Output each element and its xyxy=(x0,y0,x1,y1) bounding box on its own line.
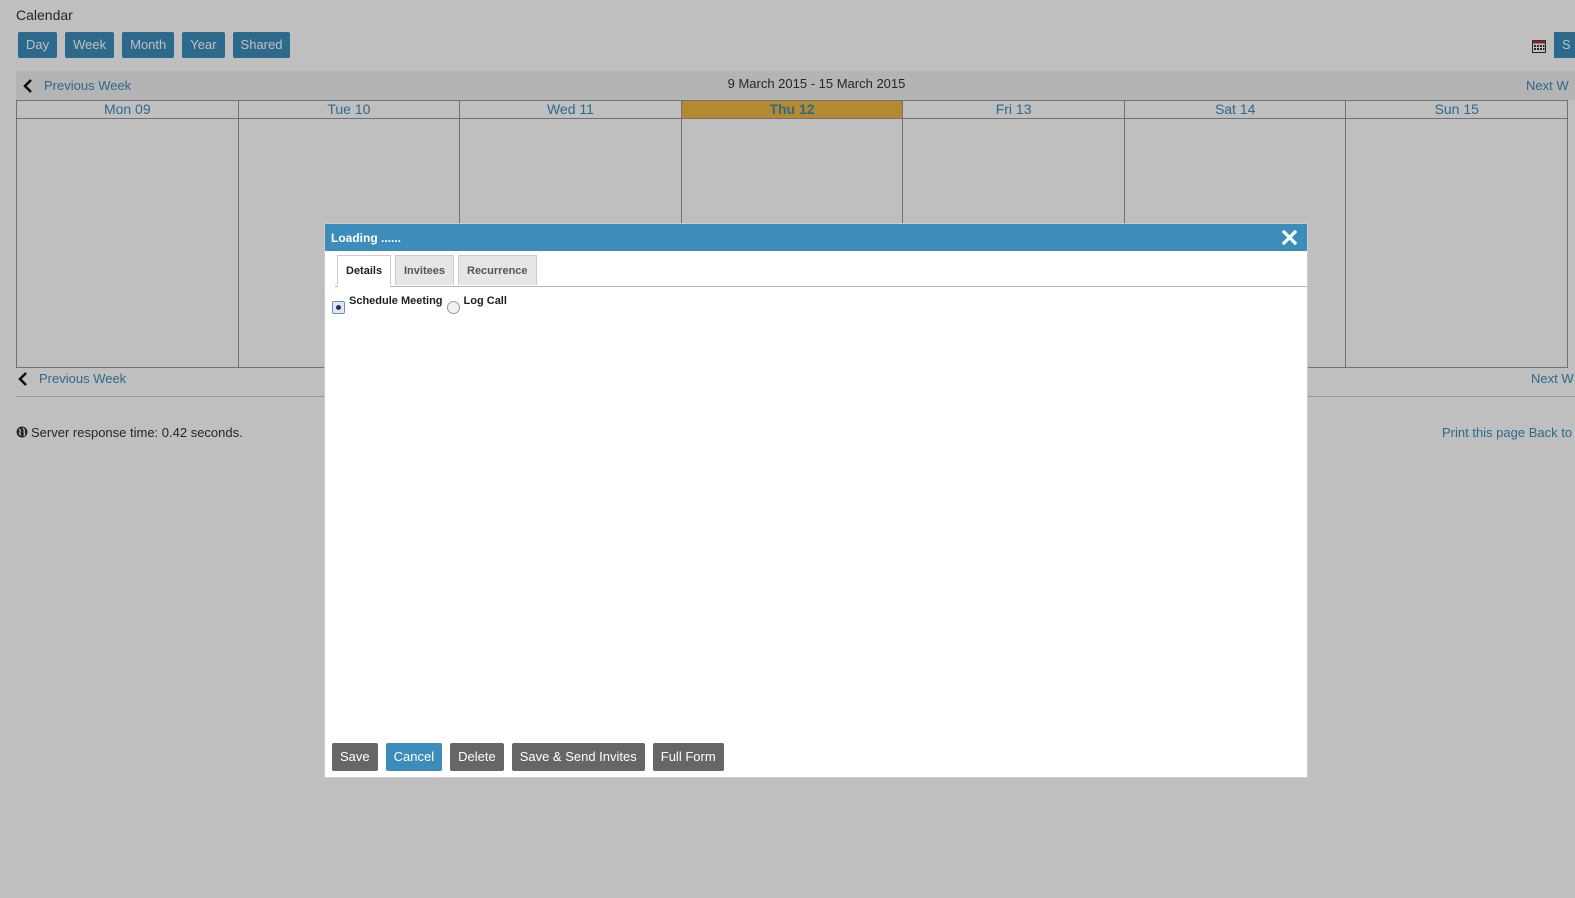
dialog-title: Loading ...... xyxy=(331,231,401,245)
dialog-buttons: Save Cancel Delete Save & Send Invites F… xyxy=(332,743,724,771)
close-icon[interactable] xyxy=(1282,230,1297,245)
dialog-titlebar[interactable]: Loading ...... xyxy=(325,224,1307,251)
tab-recurrence[interactable]: Recurrence xyxy=(458,255,537,285)
log-call-label[interactable]: Log Call xyxy=(464,295,507,307)
log-call-radio[interactable] xyxy=(446,301,460,314)
quick-create-dialog: Loading ...... Details Invitees Recurren… xyxy=(324,223,1308,778)
cancel-button[interactable]: Cancel xyxy=(385,743,443,771)
full-form-button[interactable]: Full Form xyxy=(652,743,724,771)
schedule-meeting-radio[interactable] xyxy=(332,301,345,314)
schedule-meeting-label[interactable]: Schedule Meeting xyxy=(349,295,443,307)
save-button[interactable]: Save xyxy=(332,743,378,771)
delete-button[interactable]: Delete xyxy=(450,743,504,771)
page: Calendar Day Week Month Year Shared S Pr… xyxy=(0,0,1575,898)
save-send-invites-button[interactable]: Save & Send Invites xyxy=(511,743,645,771)
tab-details[interactable]: Details xyxy=(337,255,392,287)
dialog-tabs: Details Invitees Recurrence xyxy=(335,255,1307,287)
activity-type-options: Schedule Meeting Log Call xyxy=(332,295,511,314)
tab-invitees[interactable]: Invitees xyxy=(395,255,454,285)
